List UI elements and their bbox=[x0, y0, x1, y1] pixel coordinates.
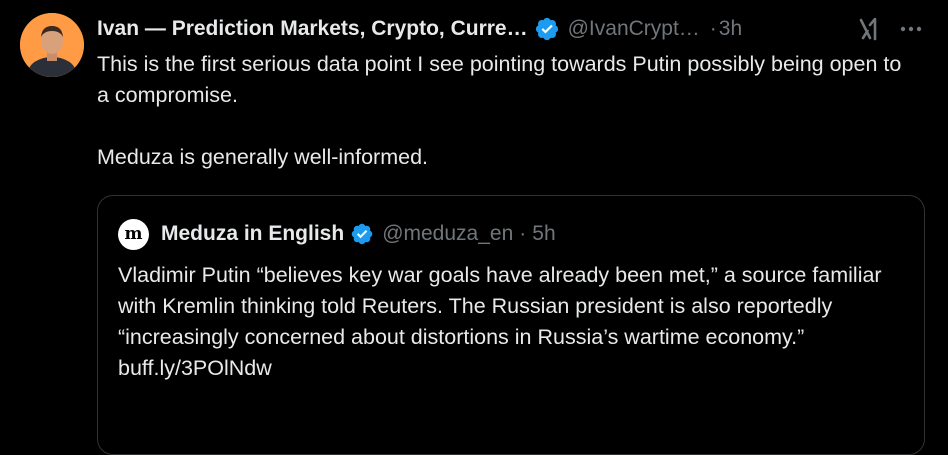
author-avatar[interactable] bbox=[20, 13, 84, 77]
author-handle[interactable]: @IvanCrypt… bbox=[568, 14, 700, 44]
more-horizontal-icon[interactable] bbox=[898, 16, 924, 42]
quoted-tweet-header: m Meduza in English @meduza_en · 5h bbox=[118, 218, 556, 250]
quoted-tweet-link[interactable]: buff.ly/3POlNdw bbox=[118, 353, 908, 384]
tweet-paragraph: This is the first serious data point I s… bbox=[97, 52, 902, 107]
profile-photo-icon bbox=[20, 13, 84, 77]
quoted-tweet-body: Vladimir Putin “believes key war goals h… bbox=[118, 263, 882, 349]
author-display-name[interactable]: Ivan — Prediction Markets, Crypto, Curre… bbox=[97, 14, 528, 44]
tweet[interactable]: Ivan — Prediction Markets, Crypto, Curre… bbox=[0, 0, 948, 455]
tweet-text: This is the first serious data point I s… bbox=[97, 49, 917, 173]
quoted-author-avatar[interactable]: m bbox=[118, 218, 149, 250]
tweet-timestamp[interactable]: 3h bbox=[719, 14, 742, 44]
header-separator: · bbox=[709, 17, 717, 40]
quoted-header-separator: · bbox=[519, 222, 527, 245]
verified-badge-icon bbox=[534, 16, 560, 42]
tweet-header: Ivan — Prediction Markets, Crypto, Curre… bbox=[97, 14, 742, 44]
quoted-author-display-name[interactable]: Meduza in English bbox=[161, 222, 344, 246]
quoted-tweet[interactable]: m Meduza in English @meduza_en · 5h Vlad… bbox=[97, 195, 925, 455]
tweet-paragraph: Meduza is generally well-informed. bbox=[97, 145, 429, 169]
verified-badge-icon bbox=[350, 222, 374, 246]
quoted-tweet-timestamp[interactable]: 5h bbox=[532, 222, 555, 246]
quoted-author-handle[interactable]: @meduza_en bbox=[382, 222, 513, 246]
meduza-logo-icon: m bbox=[124, 223, 143, 244]
grok-icon[interactable] bbox=[855, 16, 881, 42]
quoted-tweet-text: Vladimir Putin “believes key war goals h… bbox=[118, 260, 908, 384]
